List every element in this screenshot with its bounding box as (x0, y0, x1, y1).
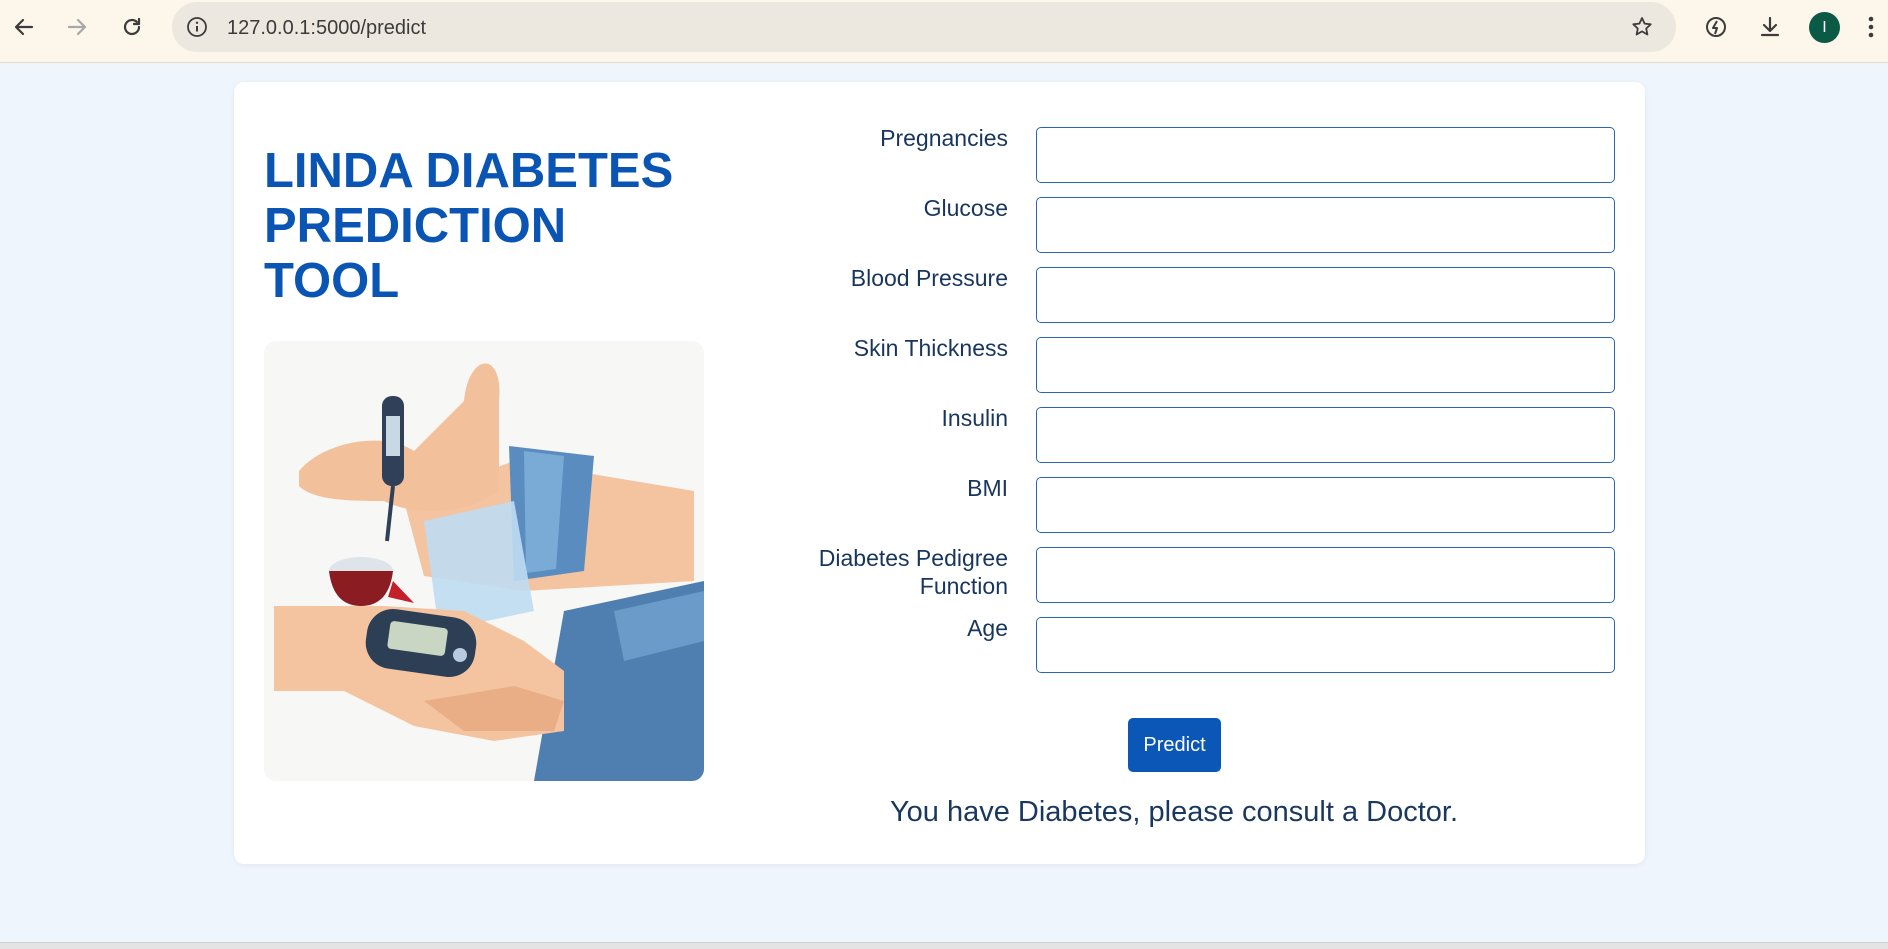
glucose-label: Glucose (923, 195, 1008, 221)
forward-arrow-icon (67, 18, 87, 36)
prediction-result: You have Diabetes, please consult a Doct… (889, 796, 1459, 828)
pregnancies-input[interactable] (1036, 127, 1615, 183)
insulin-input[interactable] (1036, 407, 1615, 463)
browser-toolbar: 127.0.0.1:5000/predict I (0, 0, 1888, 63)
age-input[interactable] (1036, 617, 1615, 673)
menu-dots-icon[interactable] (1861, 10, 1881, 44)
performance-icon[interactable] (1699, 10, 1733, 44)
diabetes-pedigree-function-label: Diabetes Pedigree Function (818, 545, 1008, 599)
reload-icon (123, 17, 141, 36)
back-button[interactable] (7, 10, 41, 44)
url-text[interactable]: 127.0.0.1:5000/predict (227, 17, 426, 40)
back-arrow-icon (14, 18, 34, 36)
predict-button[interactable]: Predict (1128, 718, 1221, 772)
bmi-input[interactable] (1036, 477, 1615, 533)
diabetes-pedigree-function-input[interactable] (1036, 547, 1615, 603)
skin-thickness-input[interactable] (1036, 337, 1615, 393)
insulin-label: Insulin (941, 405, 1008, 431)
skin-thickness-label: Skin Thickness (853, 335, 1008, 361)
prediction-card: LINDA DIABETES PREDICTION TOOL Pregnanci… (234, 82, 1645, 864)
site-info-icon[interactable] (183, 13, 211, 41)
age-label: Age (967, 615, 1008, 641)
glucose-input[interactable] (1036, 197, 1615, 253)
window-bottom-edge (0, 942, 1888, 949)
download-icon[interactable] (1753, 10, 1787, 44)
address-bar[interactable]: 127.0.0.1:5000/predict (172, 2, 1676, 52)
profile-avatar[interactable]: I (1809, 12, 1840, 43)
page-title: LINDA DIABETES PREDICTION TOOL (264, 144, 674, 308)
bookmark-star-icon[interactable] (1628, 13, 1656, 41)
forward-button[interactable] (60, 10, 94, 44)
pregnancies-label: Pregnancies (880, 125, 1008, 151)
blood-pressure-label: Blood Pressure (850, 265, 1008, 291)
glucose-meter-illustration (264, 341, 704, 781)
reload-button[interactable] (115, 10, 149, 44)
bmi-label: BMI (967, 475, 1008, 501)
blood-pressure-input[interactable] (1036, 267, 1615, 323)
